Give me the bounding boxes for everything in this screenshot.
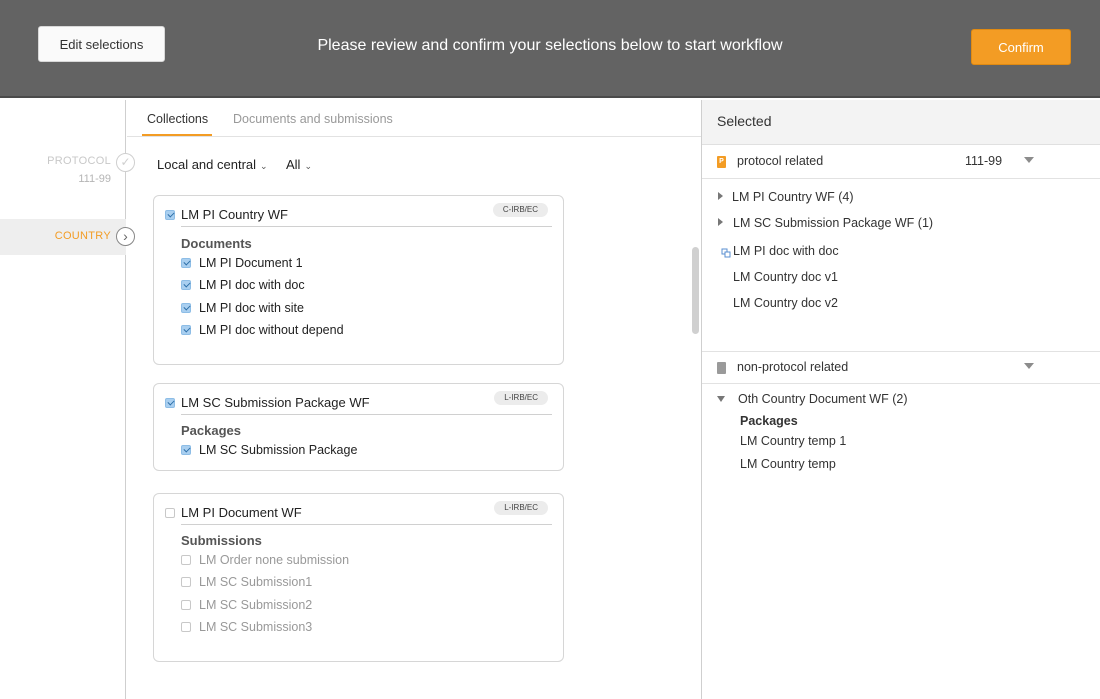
item-checkbox[interactable]	[181, 600, 191, 610]
caret-down-icon[interactable]	[1024, 363, 1034, 369]
item-checkbox[interactable]	[181, 258, 191, 268]
chevron-down-icon: ⌄	[304, 161, 312, 171]
tab-documents-and-submissions[interactable]: Documents and submissions	[233, 112, 393, 126]
collection-title: LM SC Submission Package WF	[181, 395, 370, 410]
step-protocol-value: 111-99	[78, 173, 111, 185]
group-name: non-protocol related	[737, 360, 849, 374]
check-icon: ✓	[116, 153, 135, 172]
item-label: LM SC Submission Package	[199, 443, 358, 457]
collection-card: LM PI Country WF C-IRB/EC Documents LM P…	[153, 195, 564, 365]
collection-tag: L-IRB/EC	[494, 391, 548, 405]
chevron-right-icon: ›	[116, 227, 135, 246]
document-icon	[717, 362, 726, 374]
step-protocol[interactable]: PROTOCOL 111-99 ✓	[0, 152, 135, 192]
selected-panel: Selected P protocol related 111-99 LM PI…	[702, 100, 1100, 699]
collection-checkbox[interactable]	[165, 508, 175, 518]
divider	[181, 226, 552, 227]
chevron-down-icon: ⌄	[260, 161, 268, 171]
group-protocol-related[interactable]: P protocol related 111-99	[702, 146, 1100, 179]
divider	[181, 414, 552, 415]
step-country[interactable]: COUNTRY ›	[0, 219, 135, 255]
section-heading: Packages	[181, 423, 241, 438]
protocol-badge-icon: P	[717, 156, 726, 168]
step-navigation: PROTOCOL 111-99 ✓ COUNTRY ›	[0, 100, 135, 699]
active-tab-indicator	[142, 134, 212, 136]
group-value: 111-99	[965, 154, 1003, 168]
tree-item[interactable]: LM PI Country WF (4)	[732, 190, 854, 204]
linked-document-icon	[721, 248, 731, 258]
selected-heading: Selected	[717, 113, 772, 129]
scope-filter-dropdown[interactable]: Local and central ⌄	[157, 157, 268, 172]
section-heading: Documents	[181, 236, 252, 251]
scrollbar-thumb[interactable]	[692, 247, 699, 334]
item-label: LM PI doc with doc	[199, 278, 305, 292]
tree-item[interactable]: LM SC Submission Package WF (1)	[733, 216, 933, 230]
step-country-label: COUNTRY	[54, 230, 111, 242]
step-protocol-label: PROTOCOL	[47, 155, 111, 167]
collection-checkbox[interactable]	[165, 210, 175, 220]
tree-item: LM Country temp	[740, 457, 836, 471]
divider	[181, 524, 552, 525]
group-name: protocol related	[737, 154, 824, 168]
item-checkbox[interactable]	[181, 280, 191, 290]
tree-item: LM Country doc v1	[733, 270, 838, 284]
section-heading: Submissions	[181, 533, 262, 548]
tree-section-heading: Packages	[740, 414, 798, 428]
confirm-button[interactable]: Confirm	[971, 29, 1071, 65]
collection-tag: L-IRB/EC	[494, 501, 548, 515]
status-filter-dropdown[interactable]: All ⌄	[286, 157, 312, 172]
caret-down-icon[interactable]	[1024, 157, 1034, 163]
item-checkbox[interactable]	[181, 622, 191, 632]
expand-arrow-icon[interactable]	[718, 192, 723, 200]
selected-panel-header: Selected	[702, 100, 1100, 145]
item-label: LM SC Submission3	[199, 620, 313, 634]
top-bar: Edit selections Please review and confir…	[0, 0, 1100, 98]
collapse-arrow-icon[interactable]	[717, 396, 725, 402]
tab-bar: Collections Documents and submissions	[127, 100, 701, 137]
tree-item: LM Country doc v2	[733, 296, 838, 310]
tree-item[interactable]: Oth Country Document WF (2)	[738, 392, 908, 406]
item-label: LM PI doc with site	[199, 301, 304, 315]
item-checkbox[interactable]	[181, 445, 191, 455]
item-label: LM PI doc without depend	[199, 323, 344, 337]
item-label: LM Order none submission	[199, 553, 350, 567]
item-label: LM SC Submission1	[199, 575, 313, 589]
collection-card: LM SC Submission Package WF L-IRB/EC Pac…	[153, 383, 564, 471]
collection-title: LM PI Document WF	[181, 505, 302, 520]
item-checkbox[interactable]	[181, 325, 191, 335]
item-checkbox[interactable]	[181, 577, 191, 587]
expand-arrow-icon[interactable]	[718, 218, 723, 226]
scope-filter-value: Local and central	[157, 157, 257, 172]
item-label: LM SC Submission2	[199, 598, 313, 612]
item-checkbox[interactable]	[181, 303, 191, 313]
page-title: Please review and confirm your selection…	[317, 37, 783, 54]
item-checkbox[interactable]	[181, 555, 191, 565]
tree-item: LM Country temp 1	[740, 434, 847, 448]
tree-item: LM PI doc with doc	[733, 244, 839, 258]
tab-collections[interactable]: Collections	[147, 112, 208, 126]
collection-checkbox[interactable]	[165, 398, 175, 408]
group-non-protocol-related[interactable]: non-protocol related	[702, 351, 1100, 384]
status-filter-value: All	[286, 157, 301, 172]
collection-tag: C-IRB/EC	[492, 203, 548, 217]
item-label: LM PI Document 1	[199, 256, 303, 270]
collection-card: LM PI Document WF L-IRB/EC Submissions L…	[153, 493, 564, 662]
collection-title: LM PI Country WF	[181, 207, 288, 222]
